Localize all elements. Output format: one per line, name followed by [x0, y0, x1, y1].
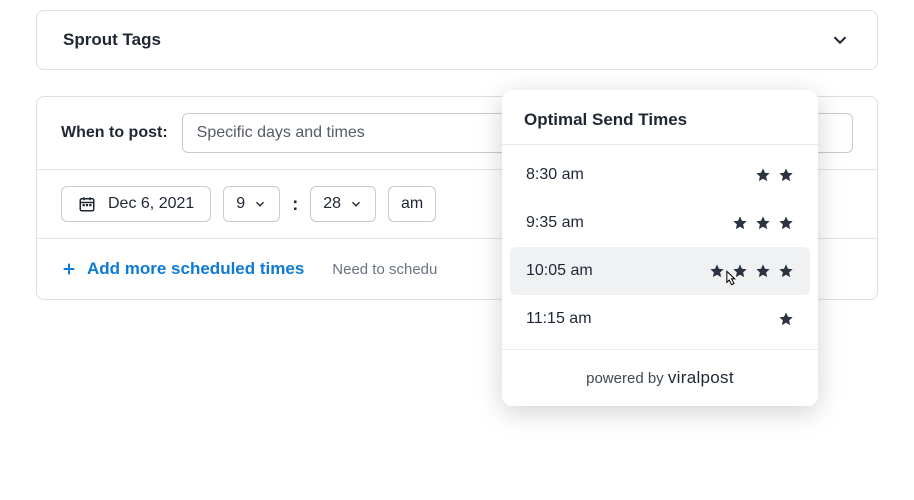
schedule-hint: Need to schedu	[332, 261, 437, 278]
star-icon	[778, 215, 794, 231]
star-icon	[709, 263, 725, 279]
optimal-time-value: 9:35 am	[526, 214, 584, 232]
schedule-mode-value: Specific days and times	[197, 124, 365, 141]
hour-value: 9	[236, 195, 245, 213]
date-picker[interactable]: Dec 6, 2021	[61, 186, 211, 222]
date-value: Dec 6, 2021	[108, 195, 194, 213]
star-rating	[709, 263, 794, 279]
optimal-send-times-popover: Optimal Send Times 8:30 am 9:35 am 10:05 a…	[502, 90, 818, 406]
when-to-post-label: When to post:	[61, 124, 168, 142]
ampm-value: am	[401, 195, 423, 213]
star-icon	[732, 215, 748, 231]
star-rating	[732, 215, 794, 231]
powered-by-prefix: powered by	[586, 370, 664, 387]
popover-title: Optimal Send Times	[502, 90, 818, 145]
viralpost-brand: viralpost	[668, 368, 734, 387]
optimal-time-value: 8:30 am	[526, 166, 584, 184]
chevron-down-icon	[253, 197, 267, 211]
add-more-scheduled-times-button[interactable]: Add more scheduled times	[61, 259, 304, 279]
star-rating	[755, 167, 794, 183]
star-icon	[755, 167, 771, 183]
optimal-time-value: 10:05 am	[526, 262, 593, 280]
chevron-down-icon	[829, 29, 851, 51]
star-rating	[778, 311, 794, 327]
star-icon	[778, 263, 794, 279]
optimal-times-list: 8:30 am 9:35 am 10:05 am 11:15 am	[502, 145, 818, 349]
star-icon	[778, 167, 794, 183]
sprout-tags-label: Sprout Tags	[63, 30, 161, 50]
plus-icon	[61, 261, 77, 277]
hour-select[interactable]: 9	[223, 186, 280, 222]
calendar-icon	[78, 195, 96, 213]
star-icon	[778, 311, 794, 327]
optimal-time-value: 11:15 am	[526, 310, 592, 328]
minute-select[interactable]: 28	[310, 186, 376, 222]
minute-value: 28	[323, 195, 341, 213]
add-more-label: Add more scheduled times	[87, 259, 304, 279]
optimal-time-row[interactable]: 11:15 am	[510, 295, 810, 343]
ampm-select[interactable]: am	[388, 186, 436, 222]
time-separator: :	[292, 194, 298, 215]
sprout-tags-section[interactable]: Sprout Tags	[36, 10, 878, 70]
optimal-time-row[interactable]: 10:05 am	[510, 247, 810, 295]
star-icon	[755, 215, 771, 231]
chevron-down-icon	[349, 197, 363, 211]
star-icon	[755, 263, 771, 279]
star-icon	[732, 263, 748, 279]
optimal-time-row[interactable]: 9:35 am	[510, 199, 810, 247]
optimal-time-row[interactable]: 8:30 am	[510, 151, 810, 199]
popover-footer: powered by viralpost	[502, 349, 818, 406]
